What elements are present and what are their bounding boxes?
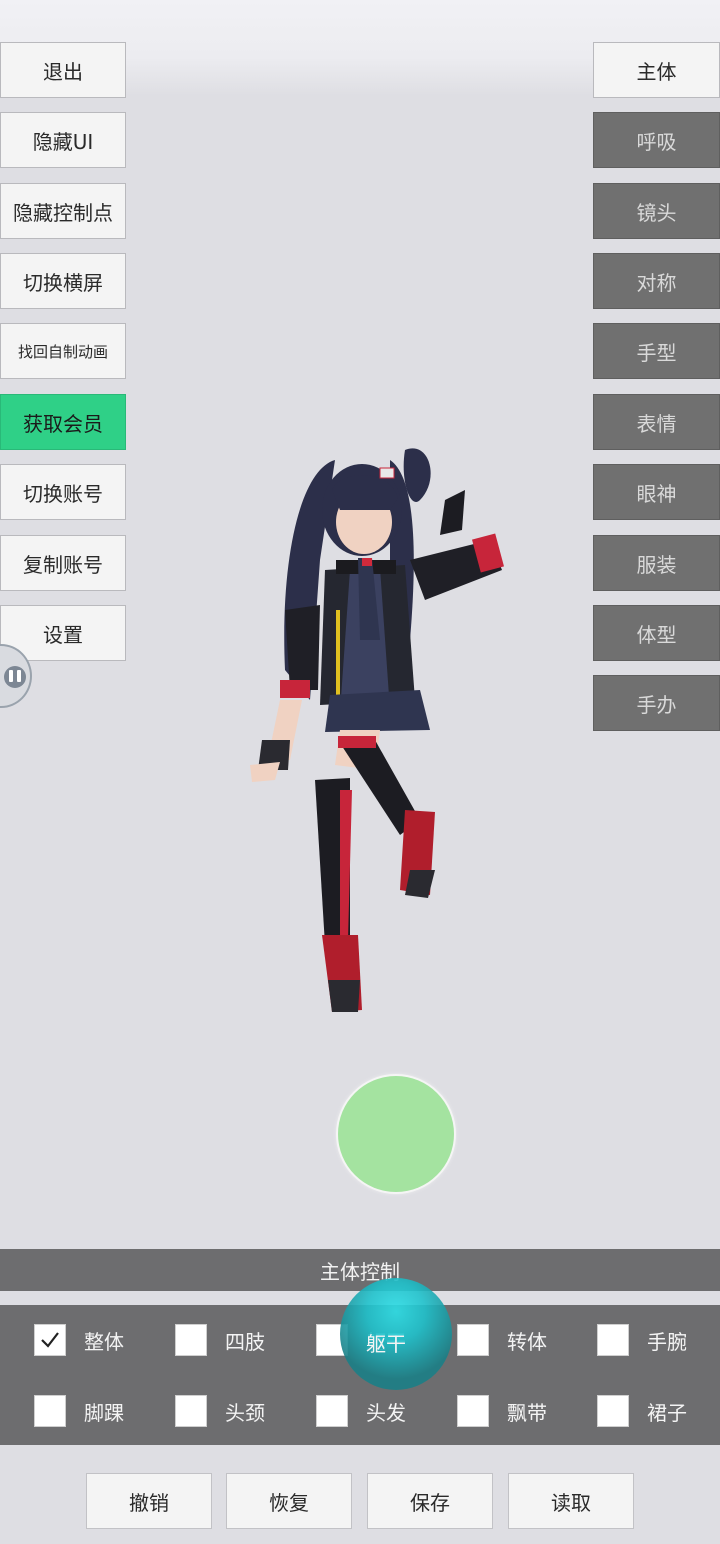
tab-figure[interactable]: 手办 [593, 675, 720, 731]
checkbox-label: 整体 [84, 1329, 124, 1354]
checkbox-label: 脚踝 [84, 1400, 124, 1425]
save-button[interactable]: 保存 [367, 1473, 493, 1529]
tab-costume[interactable]: 服装 [593, 535, 720, 591]
checkbox-ribbon[interactable]: 飘带 [457, 1393, 547, 1429]
toggle-landscape-button[interactable]: 切换横屏 [0, 253, 126, 309]
tab-hand-shape[interactable]: 手型 [593, 323, 720, 379]
checkbox-turn[interactable]: 转体 [457, 1322, 547, 1358]
pause-icon [4, 666, 26, 688]
switch-account-button[interactable]: 切换账号 [0, 464, 126, 520]
checkbox-skirt[interactable]: 裙子 [597, 1393, 687, 1429]
checkbox-label-overlay: 躯干 [366, 1332, 406, 1356]
tab-breath[interactable]: 呼吸 [593, 112, 720, 168]
get-membership-button[interactable]: 获取会员 [0, 394, 126, 450]
checkbox-label: 飘带 [507, 1400, 547, 1425]
checkbox-hair[interactable]: 头发 [316, 1393, 406, 1429]
exit-button[interactable]: 退出 [0, 42, 126, 98]
checkbox-ankle[interactable]: 脚踝 [34, 1393, 124, 1429]
copy-account-button[interactable]: 复制账号 [0, 535, 126, 591]
checkbox-limbs[interactable]: 四肢 [175, 1322, 265, 1358]
checkbox-whole[interactable]: 整体 [34, 1322, 124, 1358]
tab-expression[interactable]: 表情 [593, 394, 720, 450]
tab-body-shape[interactable]: 体型 [593, 605, 720, 661]
checkmark-icon [34, 1324, 66, 1356]
checkbox-head-neck[interactable]: 头颈 [175, 1393, 265, 1429]
checkbox-label: 头颈 [225, 1400, 265, 1425]
tab-eye-look[interactable]: 眼神 [593, 464, 720, 520]
checkbox-label: 手腕 [647, 1329, 687, 1354]
hide-control-points-button[interactable]: 隐藏控制点 [0, 183, 126, 239]
recover-animation-button[interactable]: 找回自制动画 [0, 323, 126, 379]
hide-ui-button[interactable]: 隐藏UI [0, 112, 126, 168]
undo-button[interactable]: 撤销 [86, 1473, 212, 1529]
character-model[interactable] [240, 440, 520, 1030]
checkbox-label: 转体 [507, 1329, 547, 1354]
checkbox-wrist[interactable]: 手腕 [597, 1322, 687, 1358]
checkbox-label: 四肢 [225, 1329, 265, 1354]
checkbox-label: 头发 [366, 1400, 406, 1425]
tab-camera[interactable]: 镜头 [593, 183, 720, 239]
checkbox-label: 裙子 [647, 1400, 687, 1425]
panel-title: 主体控制 [0, 1249, 720, 1291]
tab-symmetry[interactable]: 对称 [593, 253, 720, 309]
tab-body[interactable]: 主体 [593, 42, 720, 98]
redo-button[interactable]: 恢复 [226, 1473, 352, 1529]
move-joystick[interactable] [338, 1076, 454, 1192]
load-button[interactable]: 读取 [508, 1473, 634, 1529]
